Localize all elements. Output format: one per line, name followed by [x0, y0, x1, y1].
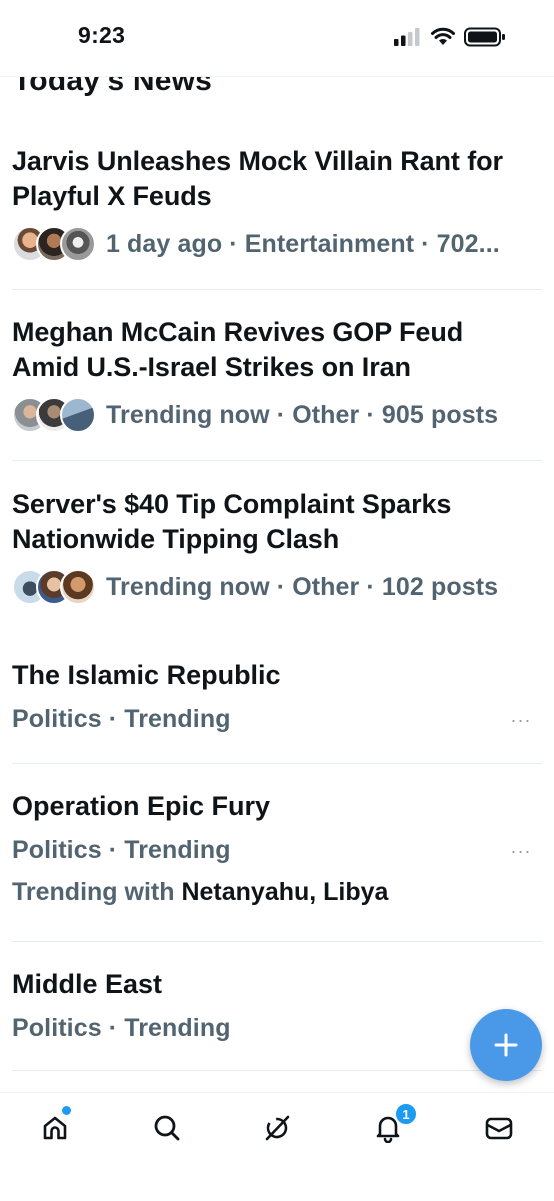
story-title-line: Meghan McCain Revives GOP Feud	[12, 317, 464, 347]
trending-with-label: Trending with	[12, 878, 175, 906]
cellular-signal-icon	[394, 28, 420, 46]
story-meta: Trending now · Other · 102 posts	[12, 567, 498, 607]
trend-meta: Politics · Trending	[12, 836, 231, 864]
avatar	[60, 569, 96, 605]
divider	[12, 941, 542, 942]
trending-with: Trending with Netanyahu, Libya	[12, 878, 388, 907]
notification-badge: 1	[394, 1102, 418, 1126]
trend-meta: Politics · Trending	[12, 705, 231, 733]
story-title-line: Playful X Feuds	[12, 181, 212, 211]
wifi-icon	[431, 27, 455, 45]
status-time: 9:23	[78, 22, 126, 48]
bottom-nav	[0, 1092, 554, 1201]
divider	[12, 460, 542, 461]
story-title: Meghan McCain Revives GOP Feud Amid U.S.…	[12, 315, 542, 385]
story-meta-text: 1 day ago · Entertainment · 702...	[106, 229, 500, 258]
avatar-stack	[12, 569, 96, 605]
story-title: Server's $40 Tip Complaint Sparks Nation…	[12, 487, 542, 557]
avatar-stack	[12, 226, 96, 262]
more-options-icon[interactable]: ···	[506, 711, 536, 729]
trend-title: Middle East	[12, 969, 163, 999]
more-options-icon[interactable]: ···	[506, 842, 536, 860]
battery-icon	[464, 27, 505, 47]
status-bar: 9:23	[0, 0, 554, 77]
grok-icon[interactable]	[262, 1113, 292, 1143]
search-icon[interactable]	[152, 1113, 182, 1143]
divider	[12, 1070, 542, 1071]
home-icon[interactable]	[40, 1113, 70, 1143]
divider	[12, 763, 542, 764]
avatar	[60, 397, 96, 433]
story-meta-text: Trending now · Other · 102 posts	[106, 572, 499, 601]
plus-icon	[494, 1033, 518, 1057]
avatar-stack	[12, 397, 96, 433]
story-title: Jarvis Unleashes Mock Villain Rant for P…	[12, 144, 542, 214]
avatar	[60, 226, 96, 262]
story-title-line: Server's $40 Tip Complaint Sparks	[12, 489, 452, 519]
compose-button[interactable]	[470, 1009, 542, 1081]
trending-with-names: Netanyahu, Libya	[181, 878, 389, 906]
trend-title: Operation Epic Fury	[12, 791, 271, 821]
trend-meta: Politics · Trending	[12, 1014, 231, 1042]
messages-icon[interactable]	[484, 1113, 514, 1143]
story-meta-text: Trending now · Other · 905 posts	[106, 400, 499, 429]
story-title-line: Nationwide Tipping Clash	[12, 524, 340, 554]
story-title-line: Jarvis Unleashes Mock Villain Rant for	[12, 146, 503, 176]
story-title-line: Amid U.S.-Israel Strikes on Iran	[12, 352, 411, 382]
home-unread-dot	[60, 1104, 73, 1117]
divider	[12, 289, 542, 290]
story-meta: 1 day ago · Entertainment · 702...	[12, 224, 500, 264]
trend-title: The Islamic Republic	[12, 660, 281, 690]
story-meta: Trending now · Other · 905 posts	[12, 395, 498, 435]
